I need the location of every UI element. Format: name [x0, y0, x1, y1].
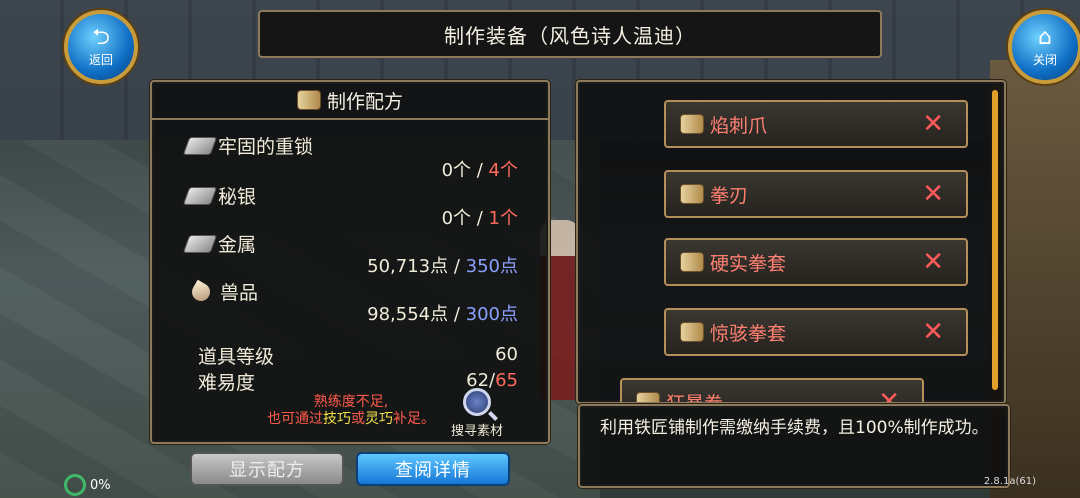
hud-percent: 0% — [90, 477, 111, 493]
info-text: 利用铁匠铺制作需缴纳手续费，且100%制作成功。 — [600, 418, 989, 438]
recipe-panel: 制作配方 牢固的重锁 0个 / 4个 秘银 0个 / 1个 金属 50,713点… — [150, 80, 550, 444]
remove-icon[interactable]: ✕ — [922, 179, 944, 209]
material-quantity: 50,713点 / 350点 — [367, 252, 518, 278]
material-label: 牢固的重锁 — [218, 136, 314, 158]
return-arrow-icon: ⮌ — [92, 24, 110, 50]
material-name: 金属 — [182, 230, 257, 257]
ingot-icon — [182, 186, 218, 205]
material-need: 300点 — [465, 304, 518, 325]
material-have: 98,554点 — [367, 304, 449, 325]
scroll-icon — [296, 90, 321, 110]
material-label: 秘银 — [218, 186, 257, 208]
list-item[interactable]: 硬实拳套 ✕ — [664, 238, 968, 286]
scroll-icon — [680, 184, 704, 204]
warning-line-1: 熟练度不足, — [313, 394, 389, 410]
item-name: 惊骇拳套 — [710, 322, 787, 345]
title-bar: 制作装备（风色诗人温迪） — [258, 10, 882, 58]
list-item[interactable]: 狂暴拳 ✕ — [620, 378, 924, 404]
list-item[interactable]: 拳刃 ✕ — [664, 170, 968, 218]
recipe-header-label: 制作配方 — [326, 90, 403, 113]
remove-icon[interactable]: ✕ — [922, 247, 944, 277]
list-scrollbar[interactable] — [992, 90, 998, 390]
page-title: 制作装备（风色诗人温迪） — [444, 23, 696, 48]
material-have: 50,713点 — [367, 256, 449, 277]
item-name: 焰刺爪 — [710, 114, 768, 137]
scroll-icon — [680, 322, 704, 342]
version-label: 2.8.1a(61) — [983, 476, 1036, 487]
magnifier-icon — [463, 388, 491, 416]
list-item[interactable]: 焰刺爪 ✕ — [664, 100, 968, 148]
item-name: 拳刃 — [710, 184, 749, 207]
material-label: 兽品 — [220, 282, 259, 304]
scroll-icon — [680, 114, 704, 134]
ingot-icon — [182, 234, 218, 253]
item-name: 狂暴拳 — [666, 392, 724, 404]
remove-icon[interactable]: ✕ — [878, 387, 900, 402]
scroll-icon — [680, 252, 704, 272]
material-quantity: 0个 / 1个 — [442, 204, 518, 230]
material-need: 1个 — [488, 208, 518, 229]
remove-icon[interactable]: ✕ — [922, 109, 944, 139]
material-quantity: 98,554点 / 300点 — [367, 300, 518, 326]
equipment-list-panel: 焰刺爪 ✕ 拳刃 ✕ 硬实拳套 ✕ 惊骇拳套 ✕ 狂暴拳 ✕ — [576, 80, 1006, 404]
material-have: 0个 — [441, 208, 472, 229]
close-button-label: 关闭 — [1032, 52, 1057, 67]
search-materials-label: 搜寻素材 — [450, 424, 503, 439]
skill-warning: 熟练度不足, 也可通过技巧或灵巧补足。 — [236, 394, 466, 428]
hud-status: 0% — [64, 474, 111, 496]
fang-icon — [188, 279, 214, 304]
scroll-icon — [636, 392, 660, 402]
material-have: 0个 — [441, 160, 472, 181]
info-panel: 利用铁匠铺制作需缴纳手续费，且100%制作成功。 — [578, 404, 1010, 488]
close-button[interactable]: ⌂ 关闭 — [1008, 10, 1080, 84]
material-sep: / — [471, 208, 489, 229]
back-button[interactable]: ⮌ 返回 — [64, 10, 138, 84]
warning-text: 也可通过 — [267, 411, 323, 427]
warning-line-2: 也可通过技巧或灵巧补足。 — [236, 411, 466, 428]
item-level-label: 道具等级 — [198, 346, 275, 368]
recipe-header: 制作配方 — [152, 82, 548, 120]
warning-tail: 补足。 — [393, 411, 435, 427]
material-sep: / — [448, 256, 466, 277]
remove-icon[interactable]: ✕ — [922, 317, 944, 347]
show-recipe-button[interactable]: 显示配方 — [190, 452, 344, 486]
material-name: 兽品 — [186, 278, 258, 305]
home-icon: ⌂ — [1038, 24, 1052, 50]
warning-dex: 灵巧 — [365, 411, 393, 427]
warning-or: 或 — [351, 411, 365, 427]
material-quantity: 0个 / 4个 — [442, 156, 518, 182]
material-sep: / — [471, 160, 489, 181]
material-name: 牢固的重锁 — [182, 132, 314, 159]
difficulty-label: 难易度 — [198, 372, 256, 394]
material-need: 4个 — [488, 160, 518, 181]
material-name: 秘银 — [182, 182, 257, 209]
item-level-value: 60 — [495, 344, 518, 365]
material-sep: / — [448, 304, 466, 325]
view-detail-button[interactable]: 查阅详情 — [356, 452, 510, 486]
progress-ring-icon — [64, 474, 86, 496]
material-need: 350点 — [465, 256, 518, 277]
back-button-label: 返回 — [88, 52, 113, 67]
search-materials-button[interactable]: 搜寻素材 — [442, 388, 512, 439]
item-name: 硬实拳套 — [710, 252, 787, 275]
ingot-icon — [182, 136, 218, 155]
material-label: 金属 — [218, 234, 257, 256]
warning-skill: 技巧 — [323, 411, 351, 427]
list-item[interactable]: 惊骇拳套 ✕ — [664, 308, 968, 356]
